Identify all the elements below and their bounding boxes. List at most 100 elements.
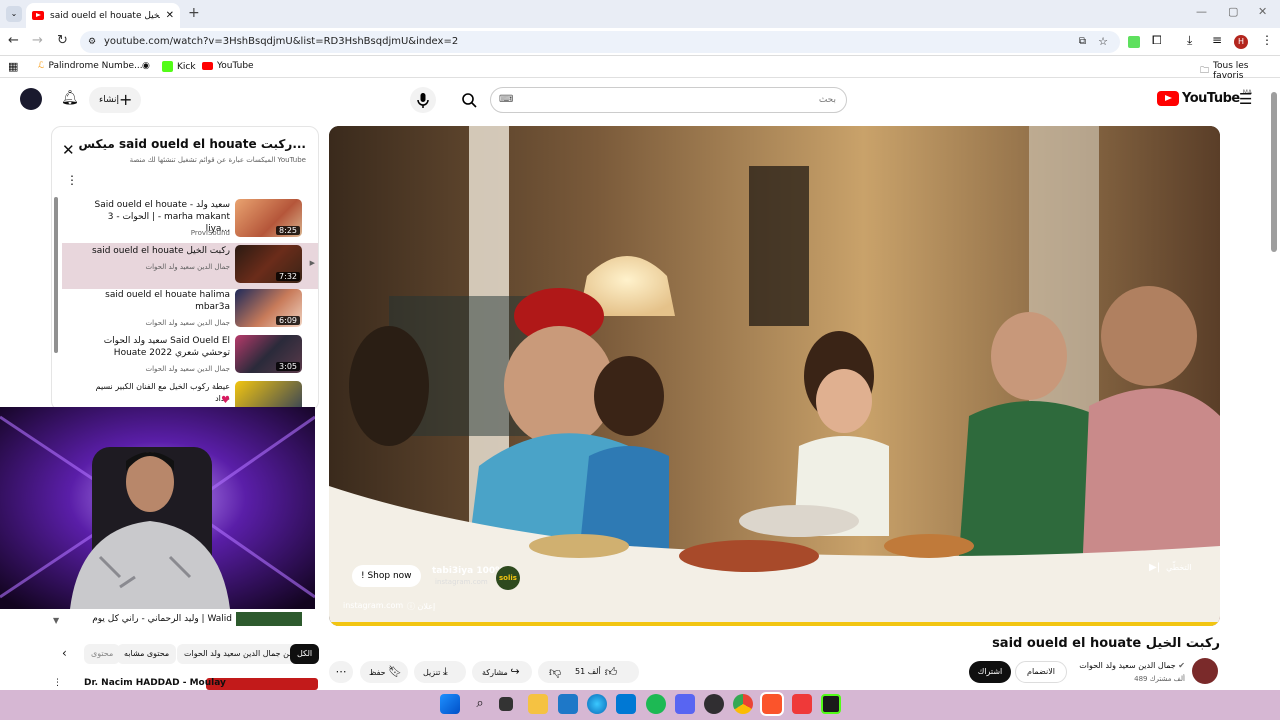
ad-footer-domain[interactable]: instagram.com [343,601,403,610]
video-player[interactable]: ! Shop now tabi3iya 100% instagram.com s… [329,126,1220,626]
bookmark-star-icon[interactable]: ☆ [1098,31,1108,53]
ad-brand-logo[interactable]: solis [496,566,520,590]
brave-icon[interactable] [760,692,784,716]
info-icon[interactable]: ⓘ [407,602,415,611]
back-icon[interactable]: ← [8,33,19,48]
tab-close-icon[interactable]: ✕ [166,10,174,21]
profile-avatar[interactable]: H [1234,35,1248,49]
mail-icon[interactable] [616,694,636,714]
file-explorer-icon[interactable] [528,694,548,714]
ad-skip-button[interactable]: ▶| التخطّي [1149,558,1192,578]
verified-icon: ✔ [1178,661,1185,670]
youtube-logo-icon [1157,91,1179,106]
dislike-button[interactable]: 👎︎ [549,661,561,683]
playlist-expand-icon[interactable]: ▼ [53,616,59,625]
subscriber-count: 489 ألف مشترك [1134,675,1185,683]
kick-icon [162,61,173,72]
reading-list-icon[interactable]: ≡ [1212,33,1222,47]
browser-tab-bar: ⌄ said oueld el houate ركبت الخيل ✕ + — … [0,0,1280,28]
browser-menu-icon[interactable]: ⋮ [1261,33,1273,47]
video-thumbnail: 7:32 [235,245,302,283]
playlist-item[interactable]: 3:05 سعيد ولد الحوات Said Oueld El Houat… [62,333,318,379]
taskbar-search-icon[interactable]: ⌕ [470,694,490,714]
extension-green-icon[interactable] [1128,36,1140,48]
window-restore-button[interactable]: ▢ [1228,5,1238,18]
keyboard-icon[interactable]: ⌨ [499,88,513,112]
playlist-subtitle: الميكسات عبارة عن قوائم تشغيل تنشئها لك … [129,156,306,164]
related-menu-icon[interactable]: ⋮ [53,678,62,688]
search-button[interactable] [452,87,486,113]
os-taskbar: ⌕ [0,690,1280,720]
playlist-item[interactable]: 8:25 Said oueld el houate - سعيد ولد الح… [62,197,318,243]
new-tab-button[interactable]: + [188,5,200,21]
playlist-item-current[interactable]: 7:32 said oueld el houate ركبت الخيل جما… [62,243,318,289]
start-windows-icon[interactable] [440,694,460,714]
chrome-icon[interactable] [733,694,753,714]
spotify-icon[interactable] [646,694,666,714]
chip-from-channel[interactable]: من جمال الدين سعيد ولد الحوات [177,644,301,664]
downloads-icon[interactable]: ⤓ [1187,33,1192,48]
vscode-icon[interactable] [558,694,578,714]
chips-prev-icon[interactable]: ‹ [62,646,67,660]
tab-search-button[interactable]: ⌄ [6,6,22,22]
browser-tab-active[interactable]: said oueld el houate ركبت الخيل ✕ [26,3,180,28]
edge-icon[interactable] [587,694,607,714]
all-bookmarks-folder[interactable]: 🗀 Tous les favoris [1200,61,1280,81]
obs-icon[interactable] [704,694,724,714]
forward-icon[interactable]: → [32,33,43,48]
voice-search-mic-icon[interactable] [410,87,436,113]
vivaldi-icon[interactable] [792,694,812,714]
search-input[interactable]: بحث ⌨ [490,87,847,113]
apps-grid-icon[interactable]: ▦ [8,60,18,73]
download-button[interactable]: تنزيل ⤓ [414,661,466,683]
video-thumbnail: 3:05 [235,335,302,373]
channel-avatar[interactable] [1192,658,1218,684]
related-item[interactable]: وليد الرحماني - راني كل يوم | Walid [50,612,320,628]
playlist-scrollbar[interactable] [54,197,58,353]
more-actions-button[interactable]: ⋯ [329,661,353,683]
ad-label: ⓘ إعلان [407,602,436,611]
hamburger-menu-icon[interactable]: ☰ [1239,90,1252,108]
extensions-puzzle-icon[interactable]: ⧠ [1152,33,1162,48]
create-button[interactable]: إنشاء + [89,87,141,113]
chip-all[interactable]: الكل [290,644,320,664]
ad-shop-now-button[interactable]: ! Shop now [352,565,421,587]
window-minimize-button[interactable]: — [1196,5,1207,18]
chip-more[interactable]: محتوى [84,644,121,664]
install-app-icon[interactable]: ⧉ [1079,31,1086,53]
tab-title: said oueld el houate ركبت الخيل [50,10,160,21]
channel-name[interactable]: جمال الدين سعيد ولد الحوات ✔ [1079,661,1185,670]
playlist-title: ميكس said oueld el houate ركبت... [78,137,306,151]
playlist-menu-icon[interactable]: ⋮ [66,173,78,187]
ad-advertiser-domain: instagram.com [435,578,488,586]
playlist-item[interactable]: 6:09 said oueld el houate halima mbar3a … [62,287,318,333]
bookmark-palindrome[interactable]: ℒ Palindrome Numbe... [38,61,143,71]
bookmark-kick[interactable]: Kick [162,61,196,72]
address-bar[interactable]: ⚙ youtube.com/watch?v=3HshBsqdjmU&list=R… [80,31,1120,53]
globe-icon: ◉ [142,61,150,71]
task-view-icon[interactable] [499,697,513,711]
site-info-icon[interactable]: ⚙ [88,31,96,53]
subscribe-button[interactable]: اشتراك [969,661,1011,683]
window-close-button[interactable]: ✕ [1258,5,1267,18]
playlist-close-icon[interactable]: ✕ [62,141,75,159]
bookmarks-bar: ▦ ℒ Palindrome Numbe... ◉ Kick YouTube 🗀 T… [0,56,1280,81]
youtube-icon [202,62,213,70]
page-scrollbar[interactable] [1271,92,1277,252]
reload-icon[interactable]: ↻ [57,33,68,48]
leetcode-icon: ℒ [38,61,45,71]
like-button[interactable]: 51 ألف 👍︎ [575,661,617,683]
related-item[interactable]: Dr. Nacim HADDAD - Moulay [50,676,320,690]
account-avatar[interactable] [20,88,42,110]
chip-related[interactable]: محتوى مشابه [117,644,177,664]
heart-icon: ♥ [221,395,230,406]
youtube-logo[interactable]: YouTube MA [1157,89,1252,106]
notifications-bell-icon[interactable]: 🔔︎ [61,90,79,106]
kick-app-icon[interactable] [821,694,841,714]
save-button[interactable]: حفظ 🔖︎ [360,661,408,683]
bookmark-youtube[interactable]: YouTube [202,61,254,71]
bookmark-globe[interactable]: ◉ [142,61,150,71]
join-button[interactable]: الانضمام [1015,661,1067,683]
share-button[interactable]: مشاركة ↪ [472,661,532,683]
discord-icon[interactable] [675,694,695,714]
